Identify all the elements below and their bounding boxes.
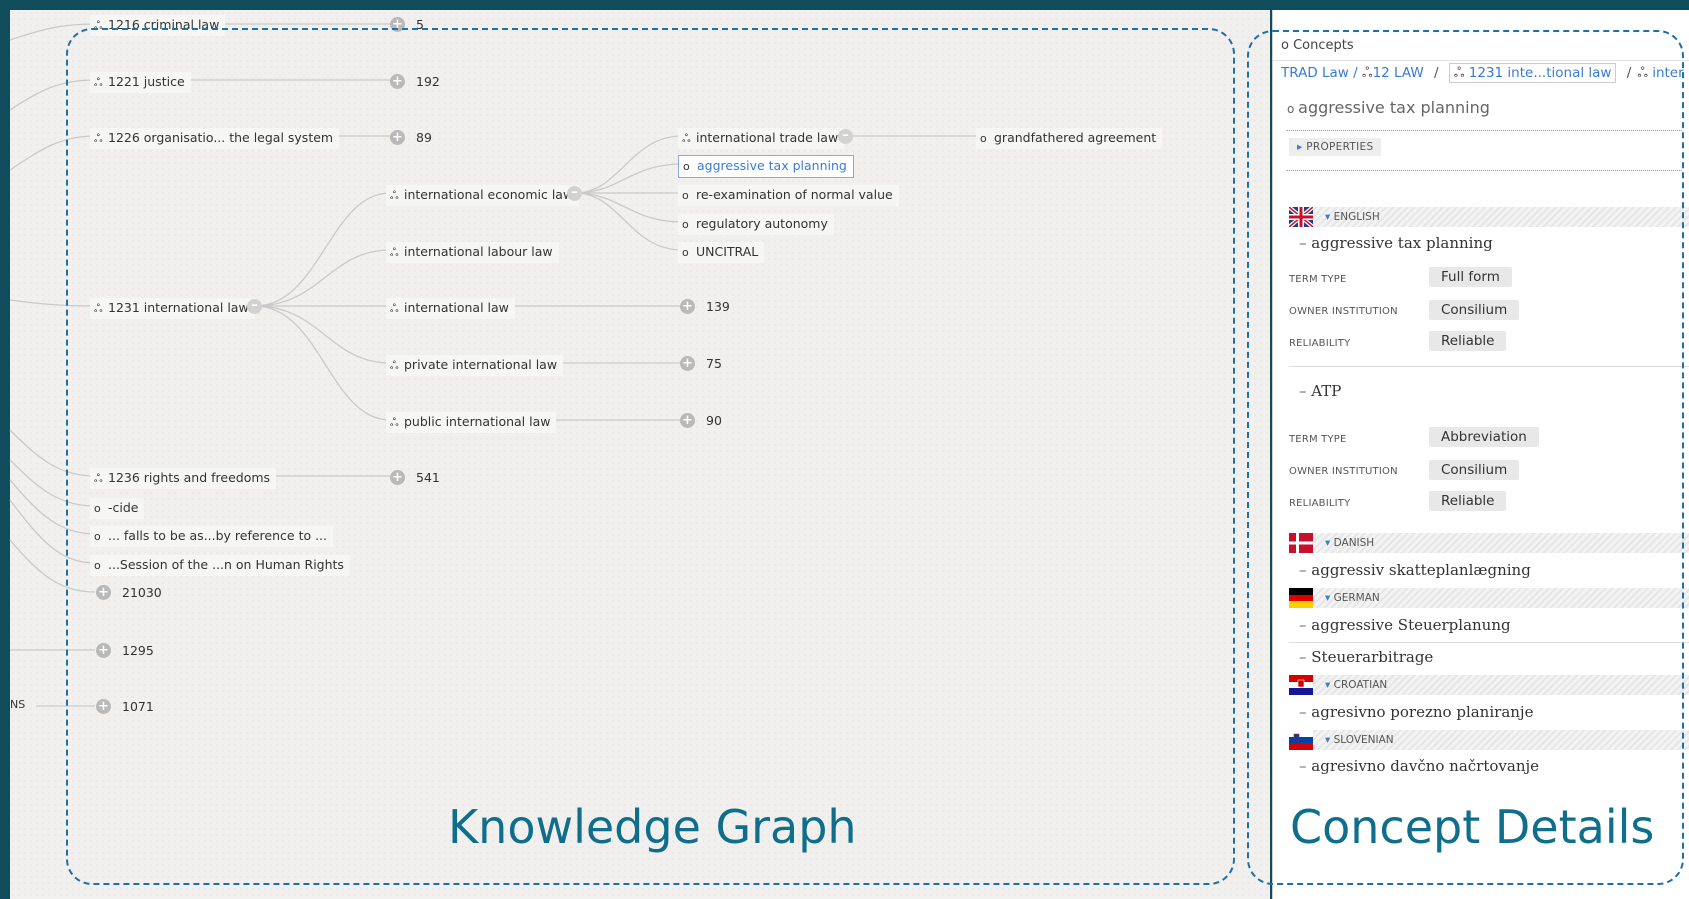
knowledge-graph-caption: Knowledge Graph	[448, 800, 857, 854]
app-stage: ஃ 1216 criminal law + 5 ஃ 1221 justice + 1…	[0, 0, 1689, 899]
concept-details-caption: Concept Details	[1290, 800, 1655, 854]
knowledge-graph-region	[66, 28, 1235, 885]
concept-details-region	[1247, 30, 1684, 885]
truncated-node-label: NS	[10, 698, 26, 711]
